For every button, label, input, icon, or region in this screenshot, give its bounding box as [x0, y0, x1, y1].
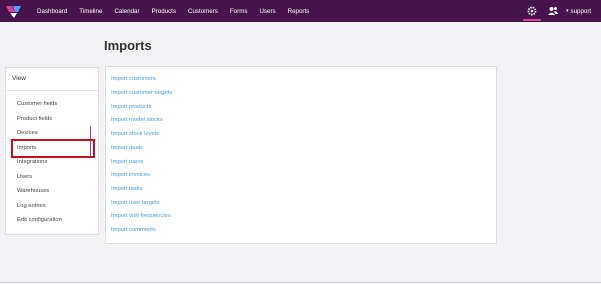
import-comments-link[interactable]: Import comments	[111, 227, 156, 233]
sidebar-item-edit-configuration[interactable]: Edit configuration	[17, 217, 62, 223]
logo-icon[interactable]	[6, 3, 22, 19]
import-visit-frequencies-link[interactable]: Import visit frequencies	[111, 213, 171, 219]
caret-down-icon: ▾	[566, 8, 569, 14]
import-user-targets-link[interactable]: Import user targets	[111, 200, 160, 206]
nav-users[interactable]: Users	[259, 8, 275, 15]
bottom-divider	[0, 282, 601, 283]
import-products-link[interactable]: Import products	[111, 104, 151, 110]
import-model-stocks-link[interactable]: Import model stocks	[111, 117, 163, 123]
active-settings-indicator	[523, 19, 541, 21]
import-tasks-link[interactable]: Import tasks	[111, 186, 143, 192]
sidebar-item-users[interactable]: Users	[17, 174, 32, 180]
sidebar-heading: View	[6, 68, 98, 91]
nav-customers[interactable]: Customers	[188, 8, 218, 15]
gear-icon[interactable]	[526, 4, 538, 18]
sidebar-item-product-fields[interactable]: Product fields	[17, 116, 52, 122]
main-nav: Dashboard Timeline Calendar Products Cus…	[37, 0, 321, 22]
sidebar-item-log-entries[interactable]: Log entries	[17, 203, 46, 209]
page-title: Imports	[104, 38, 152, 53]
nav-dashboard[interactable]: Dashboard	[37, 8, 67, 15]
nav-forms[interactable]: Forms	[230, 8, 248, 15]
import-stock-levels-link[interactable]: Import stock levels	[111, 131, 159, 137]
import-invoices-link[interactable]: Import invoices	[111, 172, 150, 178]
sidebar-item-warehouses[interactable]: Warehouses	[17, 188, 49, 194]
nav-calendar[interactable]: Calendar	[114, 8, 139, 15]
users-icon[interactable]	[547, 5, 559, 17]
import-deals-link[interactable]: Import deals	[111, 145, 143, 151]
import-customers-link[interactable]: Import customers	[111, 76, 156, 82]
nav-products[interactable]: Products	[152, 8, 176, 15]
user-name: support	[570, 7, 592, 15]
import-customer-targets-link[interactable]: Import customer targets	[111, 90, 172, 96]
sidebar-item-integrations[interactable]: Integrations	[17, 159, 47, 165]
import-users-link[interactable]: Import users	[111, 159, 143, 165]
sidebar-item-customer-fields[interactable]: Customer fields	[17, 101, 57, 107]
user-menu[interactable]: ▾ support	[566, 0, 591, 22]
nav-reports[interactable]: Reports	[288, 8, 310, 15]
top-navigation-bar: Dashboard Timeline Calendar Products Cus…	[0, 0, 601, 22]
sidebar-item-devices[interactable]: Devices	[17, 130, 38, 136]
nav-timeline[interactable]: Timeline	[79, 8, 102, 15]
imports-highlight-box	[11, 139, 95, 158]
